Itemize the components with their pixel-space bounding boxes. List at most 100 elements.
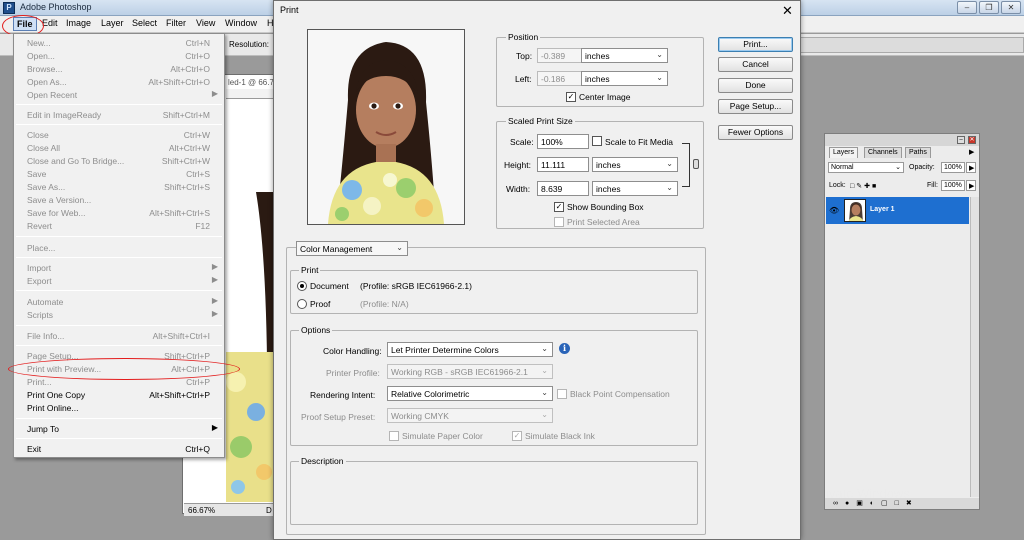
menu-item-print-online[interactable]: Print Online... [14, 402, 224, 415]
menu-item-place[interactable]: Place... [14, 242, 224, 255]
restore-icon[interactable]: ❐ [979, 1, 999, 14]
menu-item-revert[interactable]: Revert F12 [14, 220, 224, 233]
scale-field[interactable]: 100% [537, 134, 589, 149]
menu-window[interactable]: Window [225, 18, 257, 28]
color-handling-select[interactable]: Let Printer Determine Colors ⌄ [387, 342, 553, 357]
print-dialog: Print ✕ Print... Cancel Done Page Setup.… [273, 0, 801, 540]
left-unit-select[interactable]: inches ⌄ [581, 71, 668, 86]
height-field[interactable]: 11.111 [537, 157, 589, 172]
canvas-image[interactable] [226, 102, 276, 502]
simulate-paper-color-checkbox[interactable] [389, 431, 399, 441]
tab-layers[interactable]: Layers [829, 147, 859, 158]
proof-setup-preset-label: Proof Setup Preset: [301, 412, 376, 422]
chevron-down-icon: ⌄ [541, 344, 548, 353]
opacity-field[interactable]: 100% [941, 162, 965, 173]
layers-scrollbar[interactable] [970, 197, 979, 497]
menu-item-close[interactable]: Close Ctrl+W [14, 129, 224, 142]
info-icon[interactable]: i [559, 343, 570, 354]
rendering-intent-select[interactable]: Relative Colorimetric ⌄ [387, 386, 553, 401]
show-bounding-box-checkbox[interactable]: ✓ [554, 202, 564, 212]
chevron-down-icon: ⌄ [656, 50, 663, 59]
menu-item-jump-to[interactable]: Jump To ▶ [14, 423, 224, 436]
menu-item-import[interactable]: Import ▶ [14, 262, 224, 275]
proof-radio[interactable] [297, 299, 307, 309]
simulate-black-ink-checkbox[interactable]: ✓ [512, 431, 522, 441]
height-unit-select[interactable]: inches ⌄ [592, 157, 678, 172]
blend-mode-select[interactable]: Normal ⌄ [828, 162, 904, 173]
menu-separator [16, 438, 222, 439]
proof-profile: (Profile: N/A) [360, 299, 409, 309]
layer-name[interactable]: Layer 1 [870, 206, 895, 213]
menu-item-print-one-copy[interactable]: Print One Copy Alt+Shift+Ctrl+P [14, 389, 224, 402]
printer-profile-select[interactable]: Working RGB - sRGB IEC61966-2.1 ⌄ [387, 364, 553, 379]
portrait-photo [308, 30, 464, 224]
menu-item-edit-in-imageready[interactable]: Edit in ImageReady Shift+Ctrl+M [14, 109, 224, 122]
fewer-options-button[interactable]: Fewer Options [718, 125, 793, 140]
menu-image[interactable]: Image [66, 18, 91, 28]
document-radio[interactable] [297, 281, 307, 291]
document-tab-title[interactable]: led-1 @ 66.7 [228, 78, 274, 87]
menu-view[interactable]: View [196, 18, 215, 28]
panel-menu-icon[interactable]: ▶ [969, 148, 974, 156]
top-label: Top: [516, 51, 533, 61]
submenu-arrow-icon: ▶ [211, 423, 218, 432]
minimize-icon[interactable]: – [957, 1, 977, 14]
width-label: Width: [506, 184, 531, 194]
black-point-compensation-checkbox[interactable] [557, 389, 567, 399]
menu-item-save-as[interactable]: Save As... Shift+Ctrl+S [14, 181, 224, 194]
scale-to-fit-checkbox[interactable] [592, 136, 602, 146]
menu-item-open[interactable]: Open... Ctrl+O [14, 50, 224, 63]
file-menu: New... Ctrl+N Open... Ctrl+O Browse... Alt+… [13, 33, 225, 458]
print-selected-area-checkbox[interactable] [554, 217, 564, 227]
tab-paths[interactable]: Paths [905, 147, 931, 158]
menu-item-save-for-web[interactable]: Save for Web... Alt+Shift+Ctrl+S [14, 207, 224, 220]
menu-item-automate[interactable]: Automate ▶ [14, 296, 224, 309]
menu-separator [16, 257, 222, 258]
panel-minimize-icon[interactable]: – [957, 136, 965, 144]
ruler [226, 89, 276, 99]
submenu-arrow-icon: ▶ [211, 89, 218, 98]
menu-filter[interactable]: Filter [166, 18, 186, 28]
eye-icon[interactable]: 👁 [829, 206, 839, 215]
print-subgroup [290, 270, 698, 314]
center-image-checkbox[interactable]: ✓ [566, 92, 576, 102]
width-field[interactable]: 8.639 [537, 181, 589, 196]
menu-separator [16, 290, 222, 291]
menu-item-close-all[interactable]: Close All Alt+Ctrl+W [14, 142, 224, 155]
menu-item-export[interactable]: Export ▶ [14, 275, 224, 288]
print-button[interactable]: Print... [718, 37, 793, 52]
menu-item-open-recent[interactable]: Open Recent ▶ [14, 89, 224, 102]
menu-layer[interactable]: Layer [101, 18, 124, 28]
menu-item-close-go-bridge[interactable]: Close and Go To Bridge... Shift+Ctrl+W [14, 155, 224, 168]
zoom-readout[interactable]: 66.67% [188, 506, 215, 515]
menu-item-save[interactable]: Save Ctrl+S [14, 168, 224, 181]
layer-row[interactable]: 👁 Layer 1 [826, 197, 969, 224]
menu-item-open-as[interactable]: Open As... Alt+Shift+Ctrl+O [14, 76, 224, 89]
menu-edit[interactable]: Edit [42, 18, 58, 28]
panel-close-icon[interactable]: ✕ [968, 136, 976, 144]
menu-item-save-version[interactable]: Save a Version... [14, 194, 224, 207]
tab-channels[interactable]: Channels [864, 147, 902, 158]
menu-item-new[interactable]: New... Ctrl+N [14, 37, 224, 50]
fill-field[interactable]: 100% [941, 180, 965, 191]
close-icon[interactable]: ✕ [1001, 1, 1021, 14]
page-setup-button[interactable]: Page Setup... [718, 99, 793, 114]
menu-select[interactable]: Select [132, 18, 157, 28]
menu-item-browse[interactable]: Browse... Alt+Ctrl+O [14, 63, 224, 76]
cancel-button[interactable]: Cancel [718, 57, 793, 72]
done-button[interactable]: Done [718, 78, 793, 93]
opacity-arrow-icon[interactable]: ▶ [966, 162, 976, 173]
top-unit-select[interactable]: inches ⌄ [581, 48, 668, 63]
close-icon[interactable]: ✕ [782, 4, 793, 17]
center-image-label: Center Image [579, 92, 631, 102]
fill-arrow-icon[interactable]: ▶ [966, 180, 976, 191]
menu-item-exit[interactable]: Exit Ctrl+Q [14, 443, 224, 456]
width-unit-select[interactable]: inches ⌄ [592, 181, 678, 196]
menu-item-scripts[interactable]: Scripts ▶ [14, 309, 224, 322]
description-group-title: Description [299, 456, 346, 466]
left-label: Left: [515, 74, 532, 84]
color-management-select[interactable]: Color Management ⌄ [296, 241, 408, 256]
menu-item-file-info[interactable]: File Info... Alt+Shift+Ctrl+I [14, 330, 224, 343]
proof-setup-preset-select[interactable]: Working CMYK ⌄ [387, 408, 553, 423]
lock-icons[interactable]: □✎✚■ [850, 182, 878, 190]
